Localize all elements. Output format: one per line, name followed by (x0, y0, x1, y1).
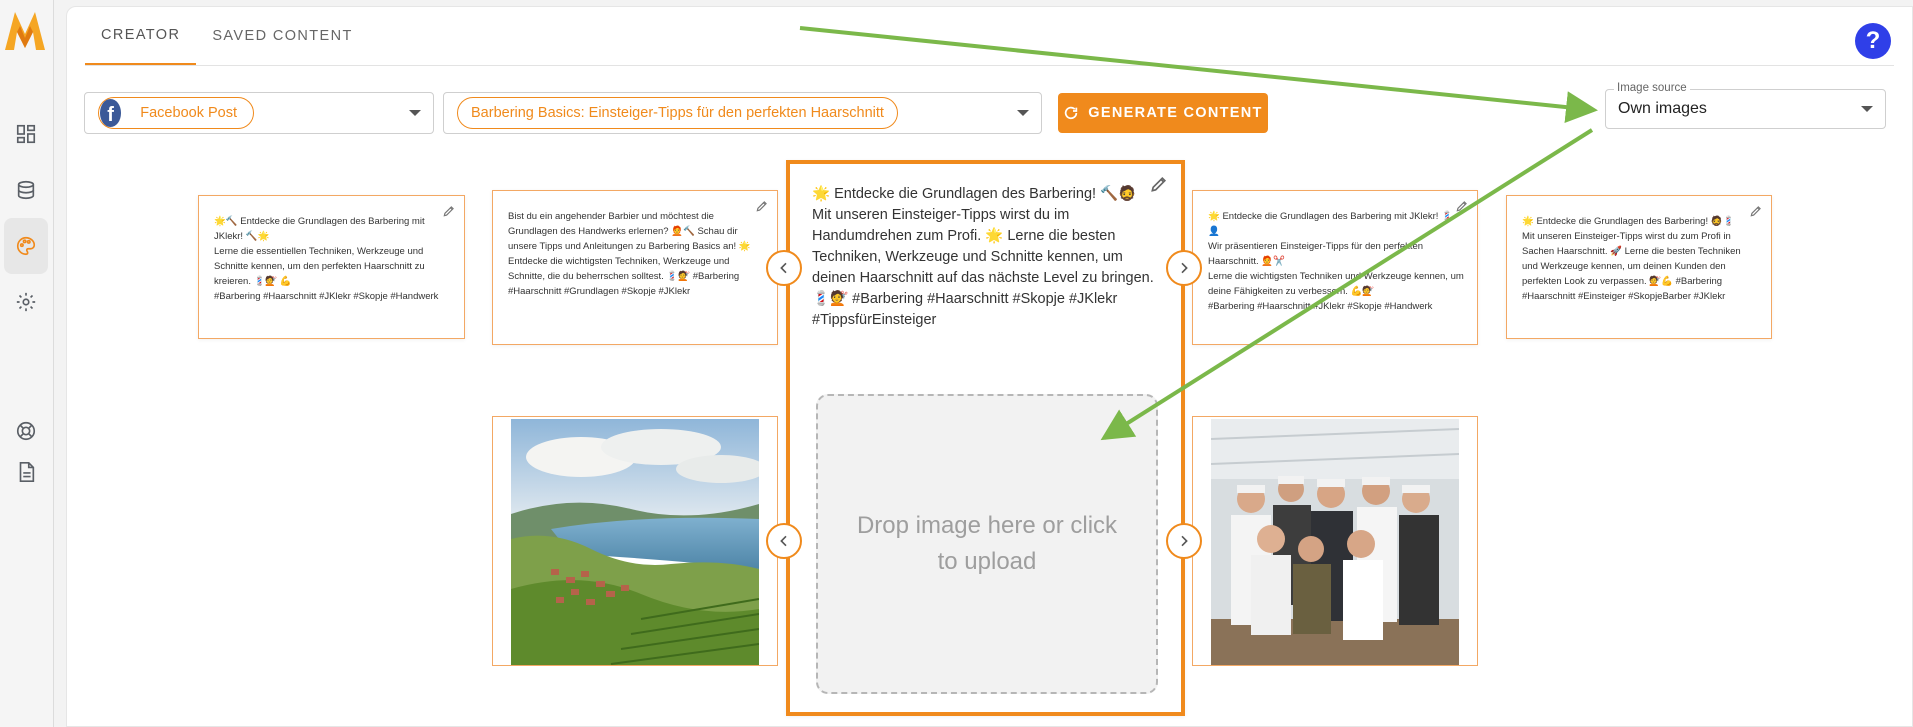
post-card[interactable]: 🌟 Entdecke die Grundlagen des Barbering … (1192, 190, 1478, 345)
settings-icon[interactable] (10, 286, 42, 318)
previous-arrow-button[interactable] (766, 250, 802, 286)
post-text: 🌟 Entdecke die Grundlagen des Barbering!… (812, 186, 1154, 328)
image-card[interactable] (492, 416, 778, 666)
generate-content-button[interactable]: Generate content (1058, 93, 1268, 133)
image-source-label: Image source (1614, 82, 1690, 94)
image-drop-zone[interactable]: Drop image here or click to upload (816, 394, 1158, 694)
image-source-value: Own images (1618, 100, 1707, 117)
topic-chip: Barbering Basics: Einsteiger-Tipps für d… (457, 97, 898, 129)
tab-divider (85, 65, 1894, 66)
app-logo[interactable] (3, 10, 47, 52)
tab-saved-content[interactable]: Saved content (196, 7, 368, 65)
generate-content-label: Generate content (1088, 105, 1263, 121)
pencil-icon[interactable] (755, 199, 769, 213)
next-image-button[interactable] (1166, 523, 1202, 559)
tab-creator[interactable]: Creator (85, 7, 197, 65)
pencil-icon[interactable] (1749, 204, 1763, 218)
chevron-left-icon (780, 535, 787, 547)
document-icon[interactable] (10, 456, 42, 488)
chevron-left-icon (780, 262, 787, 274)
selected-post-card[interactable]: 🌟 Entdecke die Grundlagen des Barbering!… (786, 160, 1185, 716)
help-button[interactable]: ? (1855, 23, 1891, 59)
pencil-icon[interactable] (442, 204, 456, 218)
post-text: 🌟 Entdecke die Grundlagen des Barbering!… (1522, 216, 1741, 302)
post-text: Bist du ein angehender Barbier und möcht… (508, 211, 751, 297)
palette-icon[interactable] (4, 218, 48, 274)
post-card[interactable]: Bist du ein angehender Barbier und möcht… (492, 190, 778, 345)
platform-select[interactable]: f Facebook Post (84, 92, 434, 134)
image-card[interactable] (1192, 416, 1478, 666)
chevron-right-icon (1181, 535, 1188, 547)
platform-label: Facebook Post (140, 105, 237, 121)
chevron-down-icon (1861, 106, 1873, 112)
database-icon[interactable] (10, 174, 42, 206)
group-photo-image (1211, 419, 1459, 665)
landscape-image (511, 419, 759, 665)
chevron-down-icon (409, 110, 421, 116)
refresh-icon (1065, 106, 1078, 120)
topic-label: Barbering Basics: Einsteiger-Tipps für d… (471, 105, 884, 121)
previous-image-button[interactable] (766, 523, 802, 559)
chevron-down-icon (1017, 110, 1029, 116)
pencil-icon[interactable] (1455, 199, 1469, 213)
post-card[interactable]: 🌟 Entdecke die Grundlagen des Barbering!… (1506, 195, 1772, 339)
question-mark-icon: ? (1865, 27, 1881, 54)
drop-zone-label: Drop image here or click to upload (856, 512, 1118, 575)
tab-bar: Creator Saved content (85, 7, 369, 65)
pencil-icon[interactable] (1149, 174, 1169, 194)
platform-chip: f Facebook Post (98, 97, 254, 129)
next-arrow-button[interactable] (1166, 250, 1202, 286)
support-icon[interactable] (10, 415, 42, 447)
image-source-select[interactable]: Image source Own images (1605, 82, 1886, 129)
dashboard-icon[interactable] (10, 118, 42, 150)
post-text: 🌟 Entdecke die Grundlagen des Barbering … (1208, 211, 1464, 312)
post-card[interactable]: 🌟🔨 Entdecke die Grundlagen des Barbering… (198, 195, 465, 339)
sidebar (0, 0, 54, 727)
facebook-icon: f (100, 99, 122, 127)
topic-select[interactable]: Barbering Basics: Einsteiger-Tipps für d… (443, 92, 1042, 134)
chevron-right-icon (1181, 262, 1188, 274)
post-text: 🌟🔨 Entdecke die Grundlagen des Barbering… (214, 216, 439, 302)
